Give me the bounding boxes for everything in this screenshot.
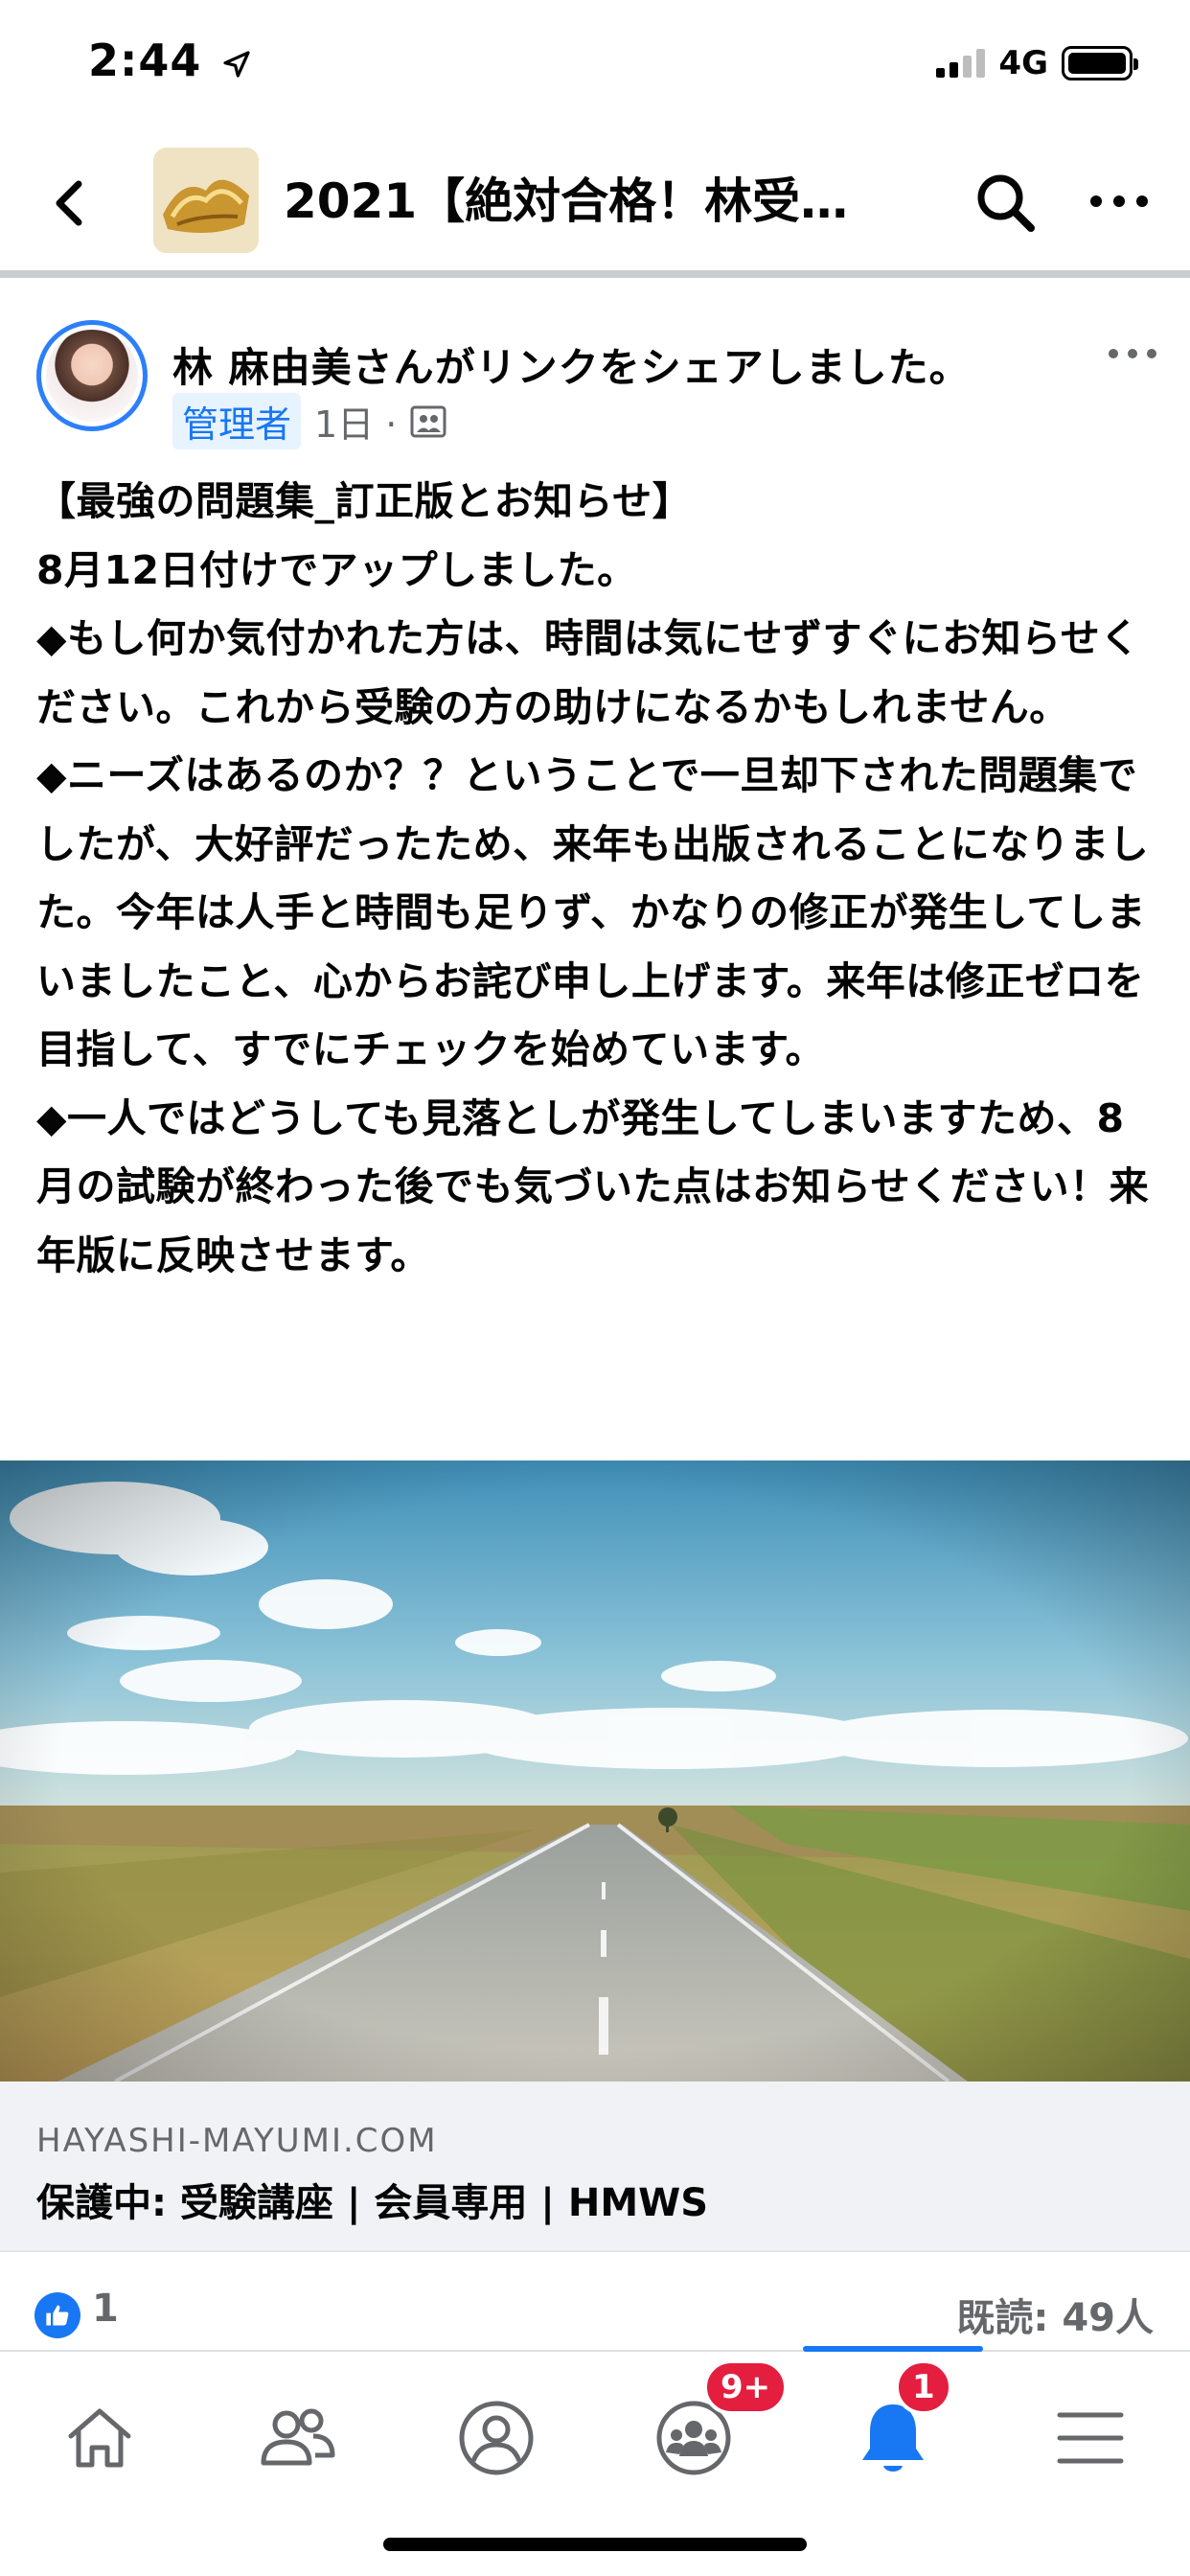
group-cover-thumbnail[interactable] bbox=[153, 148, 259, 253]
like-count[interactable]: 1 bbox=[92, 2287, 119, 2331]
signal-icon bbox=[936, 49, 986, 78]
avatar[interactable] bbox=[36, 320, 148, 431]
group-title[interactable]: 2021【絶対合格！林受験… bbox=[284, 163, 858, 232]
post-options-icon[interactable] bbox=[1106, 339, 1159, 368]
friends-icon[interactable] bbox=[240, 2390, 355, 2486]
post-paragraph: ◆一人ではどうしても見落としが発生してしまいますため、8月の試験が終わった後でも… bbox=[36, 1094, 1150, 1278]
groups-badge: 9+ bbox=[703, 2359, 789, 2415]
link-preview-info[interactable]: HAYASHI-MAYUMI.COM 保護中: 受験講座 | 会員専用 | HM… bbox=[0, 2082, 1190, 2252]
group-icon bbox=[410, 405, 446, 437]
menu-icon[interactable] bbox=[1033, 2390, 1148, 2486]
link-domain: HAYASHI-MAYUMI.COM bbox=[36, 2122, 438, 2160]
post-text: 【最強の問題集_訂正版とお知らせ】 8月12日付けでアップしました。 ◆もし何か… bbox=[36, 468, 1157, 1290]
seen-count[interactable]: 既読: 49人 bbox=[956, 2287, 1154, 2342]
post-paragraph: ◆もし何か気付かれた方は、時間は気にせずすぐにお知らせください。これから受験の方… bbox=[36, 615, 1140, 730]
location-arrow-icon bbox=[223, 50, 251, 78]
post-header: 林 麻由美さんがリンクをシェアしました。 管理者 1日 · bbox=[0, 286, 1190, 458]
admin-badge: 管理者 bbox=[172, 393, 302, 449]
home-indicator bbox=[383, 2538, 807, 2551]
post-time[interactable]: 1日 · bbox=[314, 395, 397, 448]
battery-icon bbox=[1062, 46, 1138, 80]
network-label: 4G bbox=[998, 44, 1048, 82]
post-meta: 管理者 1日 · bbox=[172, 393, 446, 449]
link-title: 保護中: 受験講座 | 会員専用 | HMWS bbox=[36, 2181, 709, 2225]
post-paragraph: 【最強の問題集_訂正版とお知らせ】 bbox=[36, 478, 693, 524]
like-icon[interactable] bbox=[34, 2292, 80, 2338]
reactions-bar: 1 既読: 49人 bbox=[0, 2271, 1190, 2348]
active-tab-indicator bbox=[803, 2346, 983, 2352]
post-paragraph: 8月12日付けでアップしました。 bbox=[36, 546, 637, 593]
more-icon[interactable] bbox=[1088, 182, 1150, 220]
link-preview-image[interactable] bbox=[0, 1460, 1190, 2082]
status-time: 2:44 bbox=[88, 34, 252, 86]
post-author-line[interactable]: 林 麻由美さんがリンクをシェアしました。 bbox=[172, 335, 971, 394]
notifications-badge: 1 bbox=[895, 2359, 952, 2415]
status-bar: 2:44 4G bbox=[0, 0, 1190, 134]
post-paragraph: ◆ニーズはあるのか？？ということで一旦却下された問題集でしたが、大好評だったため… bbox=[36, 752, 1150, 1072]
home-icon[interactable] bbox=[42, 2390, 157, 2486]
profile-icon[interactable] bbox=[439, 2390, 554, 2486]
status-time-text: 2:44 bbox=[88, 34, 202, 86]
back-icon[interactable] bbox=[42, 174, 100, 232]
status-indicators: 4G bbox=[936, 44, 1138, 82]
search-icon[interactable] bbox=[972, 169, 1039, 236]
group-header: 2021【絶対合格！林受験… bbox=[0, 134, 1190, 278]
